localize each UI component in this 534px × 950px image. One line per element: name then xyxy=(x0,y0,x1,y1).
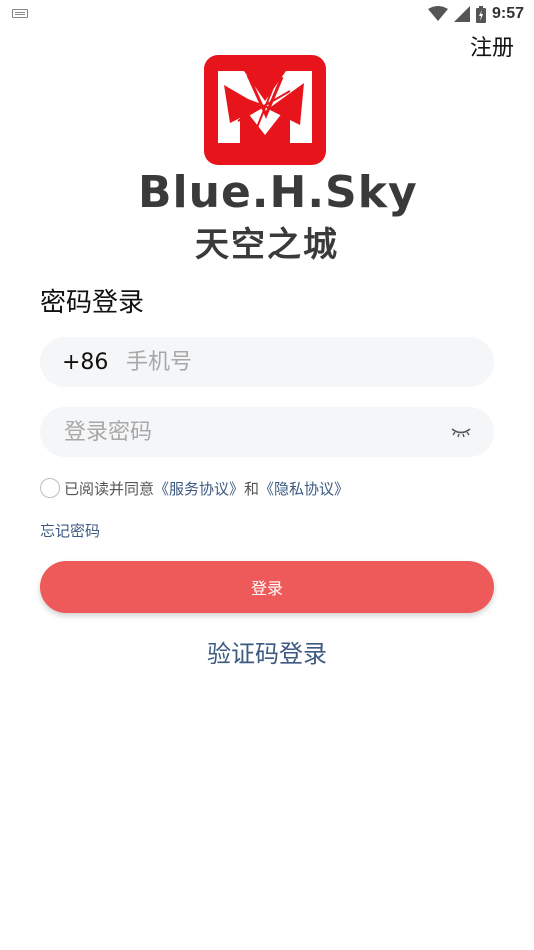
register-link[interactable]: 注册 xyxy=(470,30,514,62)
brand-name: Blue.H.Sky xyxy=(138,167,418,218)
agreement-row: 已阅读并同意 《服务协议》 和 《隐私协议》 xyxy=(40,476,349,500)
wifi-icon xyxy=(427,6,448,21)
agree-radio[interactable] xyxy=(40,478,60,498)
page-title: 密码登录 xyxy=(40,288,145,318)
battery-icon xyxy=(475,5,486,23)
service-agreement-link[interactable]: 《服务协议》 xyxy=(154,478,244,499)
code-login-link[interactable]: 验证码登录 xyxy=(0,634,534,669)
signal-icon xyxy=(453,6,470,22)
brand-logo: Blue.H.Sky 天空之城 xyxy=(138,55,418,265)
phone-field: +86 xyxy=(40,337,494,387)
keyboard-icon xyxy=(12,9,28,18)
status-time: 9:57 xyxy=(491,5,524,22)
forgot-password-link[interactable]: 忘记密码 xyxy=(40,520,100,541)
status-bar: 9:57 xyxy=(0,0,534,28)
login-button[interactable]: 登录 xyxy=(40,561,494,613)
phone-input[interactable] xyxy=(124,341,458,383)
password-field xyxy=(40,407,494,457)
eye-closed-icon[interactable] xyxy=(450,425,472,439)
logo-icon xyxy=(204,55,326,165)
agreement-text: 已阅读并同意 xyxy=(64,479,155,498)
privacy-agreement-link[interactable]: 《隐私协议》 xyxy=(259,478,349,499)
brand-subtitle: 天空之城 xyxy=(195,225,339,265)
status-icons: 9:57 xyxy=(427,4,524,24)
country-code[interactable]: +86 xyxy=(62,350,124,375)
agreement-and: 和 xyxy=(244,479,260,498)
password-input[interactable] xyxy=(62,411,426,453)
